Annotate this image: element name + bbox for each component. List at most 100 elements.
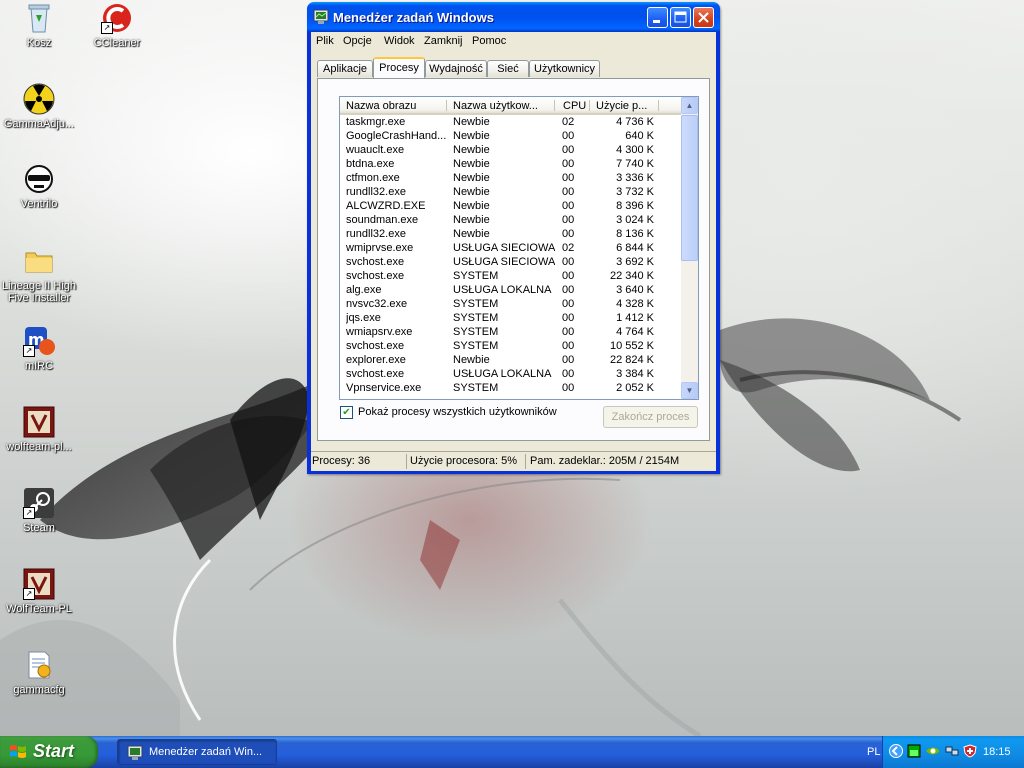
column-header-memory[interactable]: Użycie p... bbox=[596, 99, 656, 113]
scroll-thumb[interactable] bbox=[681, 115, 698, 261]
process-image-name: soundman.exe bbox=[346, 214, 419, 226]
table-row[interactable]: svchost.exe USŁUGA SIECIOWA 00 3 692 K bbox=[340, 255, 681, 269]
desktop-icon-gammacfg[interactable]: gammacfg bbox=[0, 649, 78, 696]
process-list-scrollbar[interactable]: ▲ ▼ bbox=[681, 97, 698, 399]
table-row[interactable]: svchost.exe SYSTEM 00 10 552 K bbox=[340, 339, 681, 353]
table-row[interactable]: svchost.exe SYSTEM 00 22 340 K bbox=[340, 269, 681, 283]
language-indicator[interactable]: PL bbox=[867, 746, 880, 758]
table-row[interactable]: soundman.exe Newbie 00 3 024 K bbox=[340, 213, 681, 227]
minimize-button[interactable] bbox=[647, 7, 668, 28]
show-all-processes-checkbox[interactable]: ✔ bbox=[340, 406, 353, 419]
task-manager-icon bbox=[127, 745, 143, 760]
process-list[interactable]: Nazwa obrazu Nazwa użytkow... CPU Użycie… bbox=[339, 96, 699, 400]
table-row[interactable]: ALCWZRD.EXE Newbie 00 8 396 K bbox=[340, 199, 681, 213]
desktop-icon-label: wolfteam-pl... bbox=[6, 441, 72, 453]
process-user-name: SYSTEM bbox=[453, 298, 499, 310]
desktop-icon-gammaadjuster[interactable]: GammaAdju... bbox=[0, 83, 78, 130]
menu-pomoc[interactable]: Pomoc bbox=[472, 35, 506, 47]
tab-network[interactable]: Sieć bbox=[487, 60, 529, 77]
maximize-button[interactable] bbox=[670, 7, 691, 28]
desktop-icon-mirc[interactable]: m ↗ mIRC bbox=[0, 325, 78, 372]
table-row[interactable]: rundll32.exe Newbie 00 8 136 K bbox=[340, 227, 681, 241]
menu-opcje[interactable]: Opcje bbox=[343, 35, 372, 47]
table-row[interactable]: wuauclt.exe Newbie 00 4 300 K bbox=[340, 143, 681, 157]
menu-zamknij[interactable]: Zamknij bbox=[424, 35, 463, 47]
process-user-name: SYSTEM bbox=[453, 340, 499, 352]
maximize-icon bbox=[674, 11, 687, 23]
column-divider[interactable] bbox=[589, 100, 590, 111]
desktop-icon-label: CCleaner bbox=[93, 37, 141, 49]
table-row[interactable]: ctfmon.exe Newbie 00 3 336 K bbox=[340, 171, 681, 185]
tab-processes[interactable]: Procesy bbox=[373, 57, 425, 78]
security-shield-icon[interactable] bbox=[963, 744, 977, 758]
process-memory: 3 384 K bbox=[616, 368, 654, 380]
scroll-down-button[interactable]: ▼ bbox=[681, 382, 698, 399]
process-cpu: 00 bbox=[562, 298, 575, 310]
tab-performance[interactable]: Wydajność bbox=[425, 60, 487, 77]
process-memory: 4 764 K bbox=[616, 326, 654, 338]
desktop-icon-steam[interactable]: ↗ Steam bbox=[0, 487, 78, 534]
process-image-name: ALCWZRD.EXE bbox=[346, 200, 426, 212]
process-cpu: 00 bbox=[562, 214, 575, 226]
desktop-icon-wolfteam-installer[interactable]: wolfteam-pl... bbox=[0, 406, 78, 453]
clock[interactable]: 18:15 bbox=[983, 746, 1011, 758]
process-memory: 2 052 K bbox=[616, 382, 654, 394]
column-header-image-name[interactable]: Nazwa obrazu bbox=[346, 99, 446, 113]
process-image-name: btdna.exe bbox=[346, 158, 395, 170]
table-row[interactable]: wmiprvse.exe USŁUGA SIECIOWA 02 6 844 K bbox=[340, 241, 681, 255]
column-divider[interactable] bbox=[554, 100, 555, 111]
desktop-icon-ventrilo[interactable]: Ventrilo bbox=[0, 163, 78, 210]
process-cpu: 00 bbox=[562, 326, 575, 338]
process-image-name: Vpnservice.exe bbox=[346, 382, 422, 394]
process-cpu: 00 bbox=[562, 200, 575, 212]
menu-plik[interactable]: Plik bbox=[316, 35, 334, 47]
window-titlebar[interactable]: Menedżer zadań Windows bbox=[307, 2, 720, 32]
table-row[interactable]: Vpnservice.exe SYSTEM 00 2 052 K bbox=[340, 381, 681, 395]
table-row[interactable]: nvsvc32.exe SYSTEM 00 4 328 K bbox=[340, 297, 681, 311]
recycle-bin-icon bbox=[23, 2, 55, 34]
end-process-button[interactable]: Zakończ proces bbox=[603, 406, 698, 428]
network-icon[interactable] bbox=[945, 744, 959, 758]
folder-icon bbox=[23, 245, 55, 277]
process-user-name: Newbie bbox=[453, 228, 490, 240]
desktop-icon-lineage-installer[interactable]: Lineage II High Five Installer bbox=[0, 245, 78, 304]
close-button[interactable] bbox=[693, 7, 714, 28]
process-memory: 1 412 K bbox=[616, 312, 654, 324]
taskbar-button-task-manager[interactable]: Menedżer zadań Win... bbox=[117, 739, 277, 765]
scroll-up-button[interactable]: ▲ bbox=[681, 97, 698, 114]
table-row[interactable]: jqs.exe SYSTEM 00 1 412 K bbox=[340, 311, 681, 325]
show-all-processes-label[interactable]: Pokaż procesy wszystkich użytkowników bbox=[358, 406, 557, 418]
desktop-icon-label: Lineage II High Five Installer bbox=[2, 280, 76, 304]
shortcut-arrow-icon: ↗ bbox=[23, 507, 35, 519]
table-row[interactable]: wmiapsrv.exe SYSTEM 00 4 764 K bbox=[340, 325, 681, 339]
desktop-icon-recycle-bin[interactable]: Kosz bbox=[0, 2, 78, 49]
table-row[interactable]: GoogleCrashHand... Newbie 00 640 K bbox=[340, 129, 681, 143]
table-row[interactable]: btdna.exe Newbie 00 7 740 K bbox=[340, 157, 681, 171]
tab-applications[interactable]: Aplikacje bbox=[317, 60, 373, 77]
desktop-icon-label: gammacfg bbox=[13, 684, 65, 696]
process-cpu: 00 bbox=[562, 172, 575, 184]
table-row[interactable]: alg.exe USŁUGA LOKALNA 00 3 640 K bbox=[340, 283, 681, 297]
start-button[interactable]: Start bbox=[0, 736, 98, 768]
process-cpu: 02 bbox=[562, 116, 575, 128]
process-memory: 3 640 K bbox=[616, 284, 654, 296]
process-memory: 22 340 K bbox=[609, 270, 654, 282]
column-divider[interactable] bbox=[658, 100, 659, 111]
table-row[interactable]: taskmgr.exe Newbie 02 4 736 K bbox=[340, 115, 681, 129]
table-row[interactable]: explorer.exe Newbie 00 22 824 K bbox=[340, 353, 681, 367]
table-row[interactable]: svchost.exe USŁUGA LOKALNA 00 3 384 K bbox=[340, 367, 681, 381]
process-memory: 3 732 K bbox=[616, 186, 654, 198]
close-icon bbox=[698, 12, 709, 23]
column-header-cpu[interactable]: CPU bbox=[563, 99, 591, 113]
show-hidden-icons-chevron-icon[interactable] bbox=[889, 744, 903, 758]
cpu-monitor-icon[interactable] bbox=[907, 744, 921, 758]
nvidia-icon[interactable] bbox=[925, 744, 939, 758]
table-row[interactable]: rundll32.exe Newbie 00 3 732 K bbox=[340, 185, 681, 199]
column-divider[interactable] bbox=[446, 100, 447, 111]
shortcut-arrow-icon: ↗ bbox=[23, 345, 35, 357]
menu-widok[interactable]: Widok bbox=[384, 35, 415, 47]
desktop-icon-ccleaner[interactable]: ↗ CCleaner bbox=[78, 2, 156, 49]
tab-users[interactable]: Użytkownicy bbox=[529, 60, 600, 77]
column-header-user-name[interactable]: Nazwa użytkow... bbox=[453, 99, 553, 113]
desktop-icon-wolfteam-pl[interactable]: ↗ WolfTeam-PL bbox=[0, 568, 78, 615]
